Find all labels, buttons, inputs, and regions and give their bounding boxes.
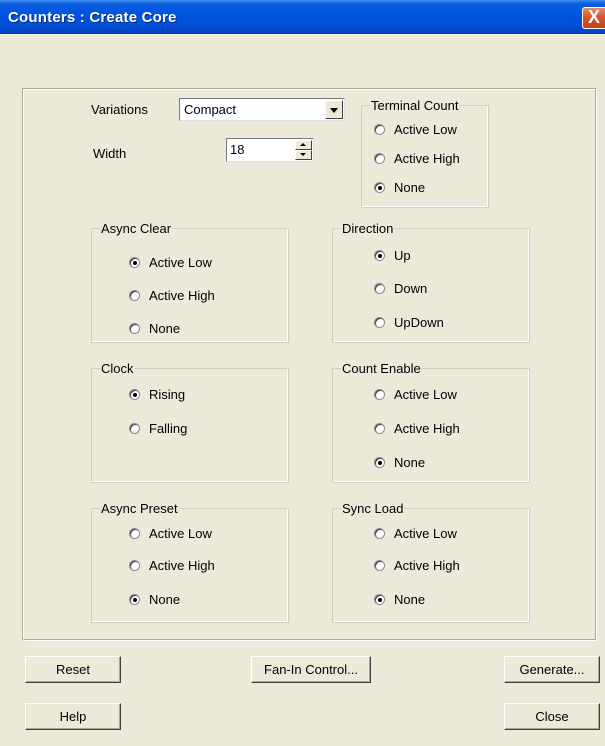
radio-selected-icon bbox=[129, 594, 140, 605]
clock-group: Clock Rising Falling bbox=[91, 361, 289, 483]
direction-group: Direction Up Down UpDown bbox=[332, 221, 530, 343]
radio-icon bbox=[374, 317, 385, 328]
radio-icon bbox=[374, 124, 385, 135]
radio-icon bbox=[374, 423, 385, 434]
async-preset-legend: Async Preset bbox=[100, 501, 179, 516]
close-icon: X bbox=[588, 7, 601, 27]
dropdown-button[interactable] bbox=[325, 100, 343, 119]
terminal-count-legend: Terminal Count bbox=[370, 98, 460, 113]
count-enable-legend: Count Enable bbox=[341, 361, 422, 376]
radio-icon bbox=[374, 153, 385, 164]
width-label: Width bbox=[93, 146, 127, 161]
clock-legend: Clock bbox=[100, 361, 135, 376]
sync-load-legend: Sync Load bbox=[341, 501, 405, 516]
radio-icon bbox=[374, 283, 385, 294]
radio-selected-icon bbox=[129, 389, 140, 400]
variations-value: Compact bbox=[184, 102, 237, 117]
help-button[interactable]: Help bbox=[25, 703, 121, 730]
radio-icon bbox=[374, 389, 385, 400]
spin-up-button[interactable] bbox=[295, 140, 312, 150]
count-enable-group: Count Enable Active Low Active High None bbox=[332, 361, 530, 483]
radio-icon bbox=[129, 290, 140, 301]
radio-selected-icon bbox=[374, 457, 385, 468]
terminal-count-group: Terminal Count Active Low Active High No… bbox=[361, 98, 489, 208]
fan-in-control-button[interactable]: Fan-In Control... bbox=[251, 656, 371, 683]
create-core-dialog: Counters : Create Core X Variations Comp… bbox=[0, 0, 605, 746]
chevron-down-icon bbox=[330, 108, 338, 113]
width-spinner[interactable]: 18 bbox=[226, 138, 314, 162]
radio-selected-icon bbox=[374, 594, 385, 605]
radio-icon bbox=[129, 528, 140, 539]
async-clear-legend: Async Clear bbox=[100, 221, 173, 236]
radio-icon bbox=[129, 323, 140, 334]
radio-selected-icon bbox=[129, 257, 140, 268]
radio-icon bbox=[129, 423, 140, 434]
window-title: Counters : Create Core bbox=[8, 9, 177, 26]
radio-icon bbox=[374, 528, 385, 539]
reset-button[interactable]: Reset bbox=[25, 656, 121, 683]
spin-down-button[interactable] bbox=[295, 150, 312, 160]
radio-icon bbox=[374, 560, 385, 571]
variations-select[interactable]: Compact bbox=[179, 98, 345, 121]
direction-legend: Direction bbox=[341, 221, 395, 236]
arrow-up-icon bbox=[300, 143, 306, 146]
radio-selected-icon bbox=[374, 182, 385, 193]
close-window-button[interactable]: X bbox=[582, 7, 605, 29]
async-preset-group: Async Preset Active Low Active High None bbox=[91, 501, 289, 623]
radio-icon bbox=[129, 560, 140, 571]
width-value: 18 bbox=[230, 142, 245, 157]
sync-load-group: Sync Load Active Low Active High None bbox=[332, 501, 530, 623]
generate-button[interactable]: Generate... bbox=[504, 656, 600, 683]
title-bar[interactable]: Counters : Create Core X bbox=[0, 0, 605, 34]
radio-selected-icon bbox=[374, 250, 385, 261]
close-button[interactable]: Close bbox=[504, 703, 600, 730]
variations-label: Variations bbox=[91, 102, 148, 117]
arrow-down-icon bbox=[300, 153, 306, 156]
async-clear-group: Async Clear Active Low Active High None bbox=[91, 221, 289, 343]
